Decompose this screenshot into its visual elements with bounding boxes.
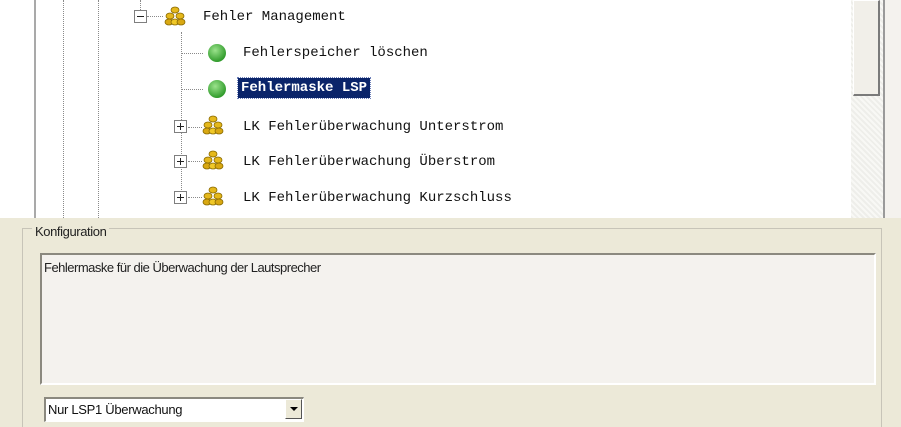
tree-guide-line bbox=[188, 197, 202, 198]
coins-icon bbox=[202, 150, 224, 170]
tree-node-lk-ueberstrom[interactable]: LK Fehlerüberwachung Überstrom bbox=[240, 152, 498, 172]
tree-node-lk-kurzschluss[interactable]: LK Fehlerüberwachung Kurzschluss bbox=[240, 188, 515, 208]
green-status-icon bbox=[208, 80, 226, 98]
window-edge bbox=[885, 0, 901, 218]
coins-icon bbox=[202, 115, 224, 135]
scrollbar-thumb[interactable] bbox=[853, 0, 880, 96]
coins-icon bbox=[202, 186, 224, 206]
tree-guide-line bbox=[181, 32, 182, 202]
tree-guide-line bbox=[188, 161, 202, 162]
tree-border bbox=[34, 0, 36, 218]
tree-node-fehlerspeicher-loeschen[interactable]: Fehlerspeicher löschen bbox=[240, 43, 431, 63]
expand-toggle[interactable] bbox=[174, 155, 187, 168]
expand-toggle[interactable] bbox=[174, 120, 187, 133]
mode-select-value: Nur LSP1 Überwachung bbox=[48, 402, 183, 417]
coins-icon bbox=[164, 6, 186, 26]
tree-guide-line bbox=[181, 53, 203, 54]
expand-toggle[interactable] bbox=[174, 191, 187, 204]
description-text: Fehlermaske für die Überwachung der Laut… bbox=[44, 260, 321, 275]
tree-node-fehler-management[interactable]: Fehler Management bbox=[200, 7, 349, 27]
tree-node-lk-unterstrom[interactable]: LK Fehlerüberwachung Unterstrom bbox=[240, 117, 506, 137]
tree-guide-line bbox=[63, 0, 64, 218]
tree-guide-line bbox=[181, 89, 203, 90]
tree-view[interactable] bbox=[0, 0, 901, 218]
collapse-toggle[interactable] bbox=[134, 10, 147, 23]
tree-guide-line bbox=[140, 0, 141, 10]
tree-guide-line bbox=[188, 127, 202, 128]
tree-node-fehlermaske-lsp[interactable]: Fehlermaske LSP bbox=[236, 77, 372, 99]
chevron-down-icon[interactable] bbox=[285, 399, 302, 419]
tree-guide-line bbox=[147, 16, 163, 17]
green-status-icon bbox=[208, 44, 226, 62]
config-group-title: Konfiguration bbox=[32, 224, 110, 239]
tree-guide-line bbox=[98, 0, 99, 218]
